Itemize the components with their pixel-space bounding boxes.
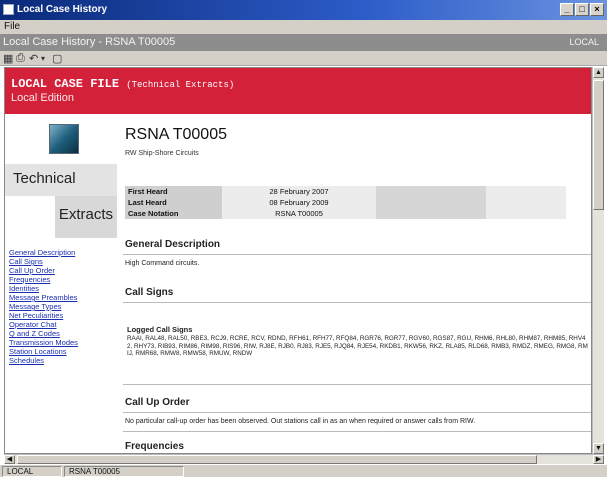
- vertical-scrollbar[interactable]: ▲ ▼: [592, 67, 604, 454]
- divider: [123, 384, 591, 385]
- scroll-up-arrow-icon[interactable]: ▲: [593, 67, 604, 78]
- toolbar: ▦ ⎙ ↶ ▾ ▢: [0, 51, 607, 66]
- divider: [123, 302, 591, 303]
- window-controls: _ □ ×: [560, 3, 604, 16]
- dropdown-arrow-icon[interactable]: ▾: [41, 54, 45, 63]
- call-signs-heading: Call Signs: [125, 287, 174, 298]
- nav-link-general-description[interactable]: General Description: [9, 248, 115, 257]
- banner-subtitle: (Technical Extracts): [126, 80, 235, 90]
- banner-edition: Local Edition: [11, 92, 74, 104]
- banner-title: LOCAL CASE FILE: [11, 77, 120, 91]
- last-heard-value: 08 February 2009: [222, 197, 376, 208]
- window-title: Local Case History: [17, 4, 108, 15]
- table-cell-empty: [376, 197, 486, 208]
- nav-link-call-up-order[interactable]: Call Up Order: [9, 266, 115, 275]
- first-heard-value: 28 February 2007: [222, 186, 376, 197]
- back-icon[interactable]: ↶: [29, 52, 38, 65]
- case-subtitle: RW Ship-Shore Circuits: [125, 150, 199, 157]
- nav-link-call-signs[interactable]: Call Signs: [9, 257, 115, 266]
- maximize-button[interactable]: □: [575, 3, 589, 16]
- scroll-right-arrow-icon[interactable]: ▶: [593, 455, 604, 464]
- status-bar: LOCAL RSNA T00005: [0, 464, 607, 477]
- table-cell-empty: [486, 186, 566, 197]
- table-row: Last Heard 08 February 2009: [125, 197, 566, 208]
- last-heard-label: Last Heard: [125, 197, 222, 208]
- table-cell-empty: [376, 208, 486, 219]
- case-notation-label: Case Notation: [125, 208, 222, 219]
- window-titlebar: Local Case History _ □ ×: [0, 0, 607, 20]
- header-right-label: LOCAL: [569, 37, 599, 47]
- status-cell-case: RSNA T00005: [64, 466, 184, 477]
- nav-link-identities[interactable]: Identities: [9, 284, 115, 293]
- logged-call-signs-label: Logged Call Signs: [127, 325, 193, 334]
- technical-block: Technical: [5, 164, 117, 196]
- nav-link-message-preambles[interactable]: Message Preambles: [9, 293, 115, 302]
- vertical-scroll-thumb[interactable]: [593, 80, 604, 210]
- banner-title-line: LOCAL CASE FILE (Technical Extracts): [11, 77, 234, 91]
- horizontal-scrollbar[interactable]: ◀ ▶: [4, 454, 604, 464]
- header-bar: Local Case History - RSNA T00005 LOCAL: [0, 34, 607, 51]
- nav-link-transmission-modes[interactable]: Transmission Modes: [9, 338, 115, 347]
- minimize-button[interactable]: _: [560, 3, 574, 16]
- case-info-table: First Heard 28 February 2007 Last Heard …: [125, 186, 566, 219]
- call-up-order-text: No particular call-up order has been obs…: [125, 418, 476, 425]
- case-notation-value: RSNA T00005: [222, 208, 376, 219]
- section-nav: General Description Call Signs Call Up O…: [9, 248, 115, 365]
- sidebar: Technical Extracts General Description C…: [5, 114, 117, 453]
- case-id-heading: RSNA T00005: [125, 126, 227, 143]
- extracts-label: Extracts: [58, 206, 113, 223]
- call-up-order-heading: Call Up Order: [125, 397, 190, 408]
- nav-link-schedules[interactable]: Schedules: [9, 356, 115, 365]
- grid-icon[interactable]: ▦: [3, 52, 13, 65]
- case-banner: LOCAL CASE FILE (Technical Extracts) Loc…: [5, 68, 591, 114]
- table-row: First Heard 28 February 2007: [125, 186, 566, 197]
- table-cell-empty: [486, 197, 566, 208]
- call-signs-list: RAAI, RAL48, RAL50, RBE3, RCJ9, RCRE, RC…: [127, 335, 588, 357]
- horizontal-scroll-thumb[interactable]: [17, 455, 537, 464]
- nav-link-frequencies[interactable]: Frequencies: [9, 275, 115, 284]
- scroll-left-arrow-icon[interactable]: ◀: [4, 455, 15, 464]
- case-main: RSNA T00005 RW Ship-Shore Circuits First…: [123, 114, 591, 453]
- divider: [123, 254, 591, 255]
- technical-label: Technical: [13, 170, 76, 187]
- nav-link-station-locations[interactable]: Station Locations: [9, 347, 115, 356]
- extracts-block: Extracts: [55, 196, 117, 238]
- divider: [123, 431, 591, 432]
- general-description-heading: General Description: [125, 239, 221, 250]
- globe-logo-icon: [49, 124, 79, 154]
- document-icon[interactable]: ▢: [52, 52, 62, 65]
- frequencies-heading: Frequencies: [125, 441, 184, 452]
- nav-link-net-peculiarities[interactable]: Net Peculiarities: [9, 311, 115, 320]
- first-heard-label: First Heard: [125, 186, 222, 197]
- divider: [123, 412, 591, 413]
- menu-bar: File: [0, 20, 607, 34]
- print-icon[interactable]: ⎙: [16, 52, 25, 65]
- nav-link-q-and-z-codes[interactable]: Q and Z Codes: [9, 329, 115, 338]
- nav-link-message-types[interactable]: Message Types: [9, 302, 115, 311]
- menu-file[interactable]: File: [4, 21, 20, 32]
- table-cell-empty: [486, 208, 566, 219]
- status-cell-mode: LOCAL: [2, 466, 62, 477]
- nav-link-operator-chat[interactable]: Operator Chat: [9, 320, 115, 329]
- table-cell-empty: [376, 186, 486, 197]
- scroll-down-arrow-icon[interactable]: ▼: [593, 443, 604, 454]
- content-pane: LOCAL CASE FILE (Technical Extracts) Loc…: [4, 67, 592, 454]
- general-description-text: High Command circuits.: [125, 260, 200, 267]
- table-row: Case Notation RSNA T00005: [125, 208, 566, 219]
- app-icon: [3, 4, 14, 15]
- close-button[interactable]: ×: [590, 3, 604, 16]
- breadcrumb: Local Case History - RSNA T00005: [3, 36, 176, 48]
